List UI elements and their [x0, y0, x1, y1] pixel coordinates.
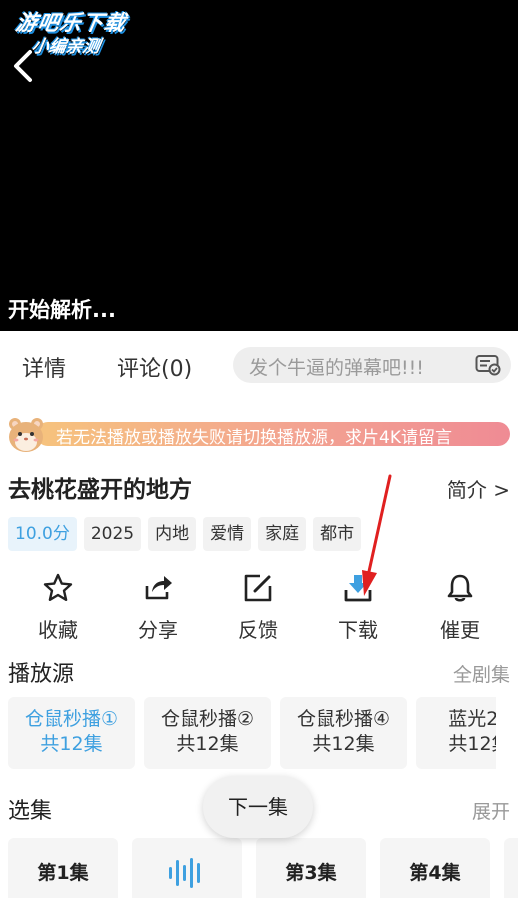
notice-text: 若无法播放或播放失败请切换播放源，求片4K请留言 — [56, 428, 452, 448]
video-player[interactable]: 游吧乐下载 小编亲测 开始解析... — [0, 0, 518, 331]
episodes-expand-link[interactable]: 展开 — [472, 797, 510, 824]
feedback-label: 反馈 — [238, 618, 278, 642]
intro-link[interactable]: 简介 > — [447, 474, 510, 503]
app-screen: 游吧乐下载 小编亲测 开始解析... 详情 评论(0) 发个牛逼的弹幕吧!!! — [0, 0, 518, 898]
tag-year[interactable]: 2025 — [83, 517, 142, 551]
download-label: 下载 — [338, 618, 378, 642]
tag-genre-urban[interactable]: 都市 — [313, 517, 362, 551]
playing-equalizer-icon — [169, 858, 200, 888]
tag-score: 10.0分 — [8, 517, 77, 551]
edit-icon — [244, 574, 272, 602]
watermark-line2: 小编亲测 — [29, 37, 102, 57]
tab-detail[interactable]: 详情 — [22, 351, 66, 383]
favorite-label: 收藏 — [38, 618, 78, 642]
share-label: 分享 — [138, 618, 178, 642]
episode-item[interactable]: 第4集 — [380, 838, 490, 898]
tag-list: 10.0分 2025 内地 爱情 家庭 都市 — [8, 517, 362, 551]
source-item-4[interactable]: 仓鼠秒播④ 共12集 — [280, 697, 407, 769]
share-icon — [145, 576, 172, 600]
share-button[interactable]: 分享 — [118, 572, 198, 643]
source-name: 仓鼠秒播① — [24, 708, 119, 730]
star-icon — [43, 573, 73, 601]
source-count: 共12集 — [448, 733, 496, 755]
action-bar: 收藏 分享 反馈 下载 催更 — [0, 572, 518, 642]
urge-update-button[interactable]: 催更 — [420, 572, 500, 643]
parse-status: 开始解析... — [8, 298, 116, 322]
chevron-left-icon — [14, 50, 32, 82]
notice-bar: 若无法播放或播放失败请切换播放源，求片4K请留言 — [36, 422, 510, 448]
episode-item[interactable]: 第3集 — [256, 838, 366, 898]
next-episode-button[interactable]: 下一集 — [203, 776, 313, 838]
episode-item-playing[interactable] — [132, 838, 242, 898]
download-icon — [344, 575, 372, 602]
urge-update-label: 催更 — [440, 618, 480, 642]
notice-banner: 若无法播放或播放失败请切换播放源，求片4K请留言 — [6, 414, 510, 454]
source-count: 共12集 — [312, 733, 375, 755]
source-list: 仓鼠秒播① 共12集 仓鼠秒播② 共12集 仓鼠秒播④ 共12集 蓝光2K 共1… — [8, 697, 496, 769]
danmaku-placeholder: 发个牛逼的弹幕吧!!! — [249, 357, 424, 379]
hamster-mascot-icon — [9, 418, 43, 452]
episodes-title: 选集 — [8, 799, 53, 824]
source-item-bluray[interactable]: 蓝光2K 共12集 — [416, 697, 496, 769]
tag-genre-romance[interactable]: 爱情 — [203, 517, 252, 551]
sources-all-link[interactable]: 全剧集 — [453, 660, 510, 687]
tab-bar: 详情 评论(0) 发个牛逼的弹幕吧!!! — [0, 331, 518, 399]
feedback-button[interactable]: 反馈 — [218, 572, 298, 643]
episode-item[interactable]: 第1集 — [8, 838, 118, 898]
episode-item-partial[interactable] — [504, 838, 518, 898]
danmaku-input[interactable]: 发个牛逼的弹幕吧!!! — [233, 347, 511, 383]
bell-icon — [447, 574, 473, 602]
source-name: 仓鼠秒播② — [160, 708, 255, 730]
tab-comment[interactable]: 评论(0) — [117, 351, 192, 383]
show-title: 去桃花盛开的地方 — [8, 477, 192, 503]
tag-region[interactable]: 内地 — [148, 517, 197, 551]
danmaku-settings-icon[interactable] — [475, 354, 501, 376]
source-item-1[interactable]: 仓鼠秒播① 共12集 — [8, 697, 135, 769]
source-count: 共12集 — [40, 733, 103, 755]
source-name: 蓝光2K — [448, 708, 496, 730]
source-item-2[interactable]: 仓鼠秒播② 共12集 — [144, 697, 271, 769]
episode-list: 第1集 第3集 第4集 — [8, 838, 518, 898]
source-count: 共12集 — [176, 733, 239, 755]
source-name: 仓鼠秒播④ — [296, 708, 391, 730]
back-button[interactable] — [8, 48, 40, 84]
favorite-button[interactable]: 收藏 — [18, 572, 98, 643]
watermark-line1: 游吧乐下载 — [13, 11, 129, 35]
sources-title: 播放源 — [8, 662, 75, 687]
tag-genre-family[interactable]: 家庭 — [258, 517, 307, 551]
download-button[interactable]: 下载 — [318, 572, 398, 643]
